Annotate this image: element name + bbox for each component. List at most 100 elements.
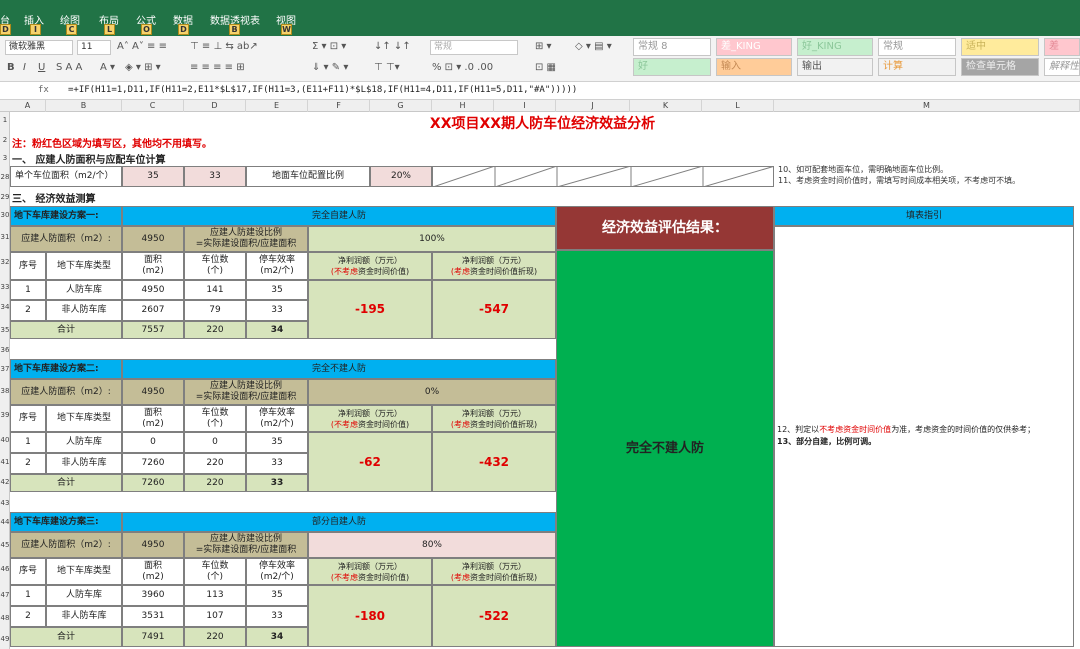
percent-icon[interactable]: % ⊡ ▾ .0 .00 xyxy=(432,62,493,73)
row-number[interactable]: 33 xyxy=(0,283,10,291)
row-number[interactable]: 43 xyxy=(0,499,10,507)
sort-icon[interactable]: ↓↑ ↓↑ xyxy=(374,41,411,52)
plan3-hdr-np1: 净利润额（万元） (不考虑资金时间价值) xyxy=(308,558,432,585)
row-number[interactable]: 40 xyxy=(0,436,10,444)
style-bad-king[interactable]: 差_KING xyxy=(716,38,792,56)
style-good[interactable]: 好 xyxy=(633,58,711,76)
col-f[interactable]: F xyxy=(308,100,370,112)
font-size-select[interactable]: 11 xyxy=(77,40,111,55)
ribbon-tabs: 台 插入 绘图 布局 公式 数据 数据透视表 视图 D I C L O D B … xyxy=(0,10,1080,36)
plan3-ratio-input[interactable]: 80% xyxy=(308,532,556,558)
table-cell: 220 xyxy=(184,453,246,474)
row-number[interactable]: 39 xyxy=(0,411,10,419)
plan2-ratio-label: 应建人防建设比例 =实际建设面积/应建面积 xyxy=(184,379,308,405)
style-input[interactable]: 输入 xyxy=(716,58,792,76)
plan2-total-count: 220 xyxy=(184,474,246,492)
col-h[interactable]: H xyxy=(432,100,494,112)
row-number[interactable]: 41 xyxy=(0,458,10,466)
col-d[interactable]: D xyxy=(184,100,246,112)
note-10: 10、如可配套地面车位，需明确地面车位比例。 xyxy=(778,165,949,174)
plan3-hdr-type: 地下车库类型 xyxy=(46,558,122,585)
font-name-select[interactable]: 微软雅黑 xyxy=(5,40,73,55)
col-l[interactable]: L xyxy=(702,100,774,112)
row-number[interactable]: 35 xyxy=(0,326,10,334)
row-number[interactable]: 45 xyxy=(0,541,10,549)
plan1-ratio-label: 应建人防建设比例 =实际建设面积/应建面积 xyxy=(184,226,308,252)
row-number[interactable]: 38 xyxy=(0,387,10,395)
style-normal8[interactable]: 常规 8 xyxy=(633,38,711,56)
plan2-title: 地下车库建设方案二: xyxy=(10,359,122,379)
plan3-total-label: 合计 xyxy=(10,627,122,647)
ground-ratio-input[interactable]: 20% xyxy=(370,166,432,187)
row-number[interactable]: 29 xyxy=(0,193,10,201)
row-number[interactable]: 48 xyxy=(0,614,10,622)
style-explanatory[interactable]: 解释性 xyxy=(1044,58,1080,76)
fill-color-icon[interactable]: ◈ ▾ ⊞ ▾ xyxy=(125,62,161,73)
keytip-insert: I xyxy=(30,24,41,35)
row-number[interactable]: 49 xyxy=(0,635,10,643)
italic-icon[interactable]: I xyxy=(23,62,26,73)
row-number[interactable]: 42 xyxy=(0,478,10,486)
row-number[interactable]: 28 xyxy=(0,173,10,181)
fx-icon[interactable]: fx xyxy=(38,85,49,95)
col-m[interactable]: M xyxy=(774,100,1080,112)
table-cell: 3960 xyxy=(122,585,184,606)
strike-icon[interactable]: S A A xyxy=(56,62,82,73)
unit-area-input-2[interactable]: 33 xyxy=(184,166,246,187)
autosum-icon[interactable]: Σ ▾ ⊡ ▾ xyxy=(312,41,346,52)
grow-font-icon[interactable]: A˄ A˅ ≡ ≡ xyxy=(117,41,167,52)
col-k[interactable]: K xyxy=(630,100,702,112)
plan3-hdr-area: 面积 (m2) xyxy=(122,558,184,585)
row-number[interactable]: 31 xyxy=(0,233,10,241)
filter-icon[interactable]: ⊤ ⊤▾ xyxy=(374,62,400,73)
style-calculation[interactable]: 计算 xyxy=(878,58,956,76)
font-color-icon[interactable]: A ▾ xyxy=(100,62,115,73)
row-number[interactable]: 44 xyxy=(0,518,10,526)
style-check-cell[interactable]: 检查单元格 xyxy=(961,58,1039,76)
align-left-icon[interactable]: ≡ ≡ ≡ ≡ ⊞ xyxy=(190,62,245,73)
bold-icon[interactable]: B xyxy=(7,62,15,73)
row-number[interactable]: 30 xyxy=(0,211,10,219)
plan1-area-label: 应建人防面积（m2）: xyxy=(10,226,122,252)
plan2-hdr-count: 车位数 (个) xyxy=(184,405,246,432)
col-i[interactable]: I xyxy=(494,100,556,112)
row-number[interactable]: 32 xyxy=(0,258,10,266)
formula-input[interactable]: =+IF(H11=1,D11,IF(H11=2,E11*$L$17,IF(H11… xyxy=(68,85,577,95)
plan2-total-eff: 33 xyxy=(246,474,308,492)
underline-icon[interactable]: U xyxy=(38,62,45,73)
row-number[interactable]: 37 xyxy=(0,365,10,373)
col-b[interactable]: B xyxy=(46,100,122,112)
style-output[interactable]: 输出 xyxy=(797,58,873,76)
plan3-title: 地下车库建设方案三: xyxy=(10,512,122,532)
unit-area-input-1[interactable]: 35 xyxy=(122,166,184,187)
insert-cells-icon[interactable]: ⊞ ▾ xyxy=(535,41,552,52)
row-number[interactable]: 36 xyxy=(0,346,10,354)
plan3-hdr-idx: 序号 xyxy=(10,558,46,585)
row-number[interactable]: 1 xyxy=(0,116,10,124)
plan2-area-value: 4950 xyxy=(122,379,184,405)
style-good-king[interactable]: 好_KING xyxy=(797,38,873,56)
col-e[interactable]: E xyxy=(246,100,308,112)
style-bad[interactable]: 差 xyxy=(1044,38,1080,56)
col-a[interactable]: A xyxy=(10,100,46,112)
row-number[interactable]: 2 xyxy=(0,136,10,144)
col-c[interactable]: C xyxy=(122,100,184,112)
table-cell: 79 xyxy=(184,300,246,321)
row-number[interactable]: 3 xyxy=(0,154,10,162)
format-icon[interactable]: ⊡ ▦ xyxy=(535,62,556,73)
number-format-select[interactable]: 常规 xyxy=(430,40,518,55)
align-top-icon[interactable]: ⊤ ≡ ⊥ ⇆ ab↗ xyxy=(190,41,258,52)
style-neutral[interactable]: 适中 xyxy=(961,38,1039,56)
result-value: 完全不建人防 xyxy=(556,250,774,647)
row-number[interactable]: 34 xyxy=(0,303,10,311)
clear-icon[interactable]: ◇ ▾ ▤ ▾ xyxy=(575,41,612,52)
col-g[interactable]: G xyxy=(370,100,432,112)
row-number[interactable]: 47 xyxy=(0,591,10,599)
style-normal[interactable]: 常规 xyxy=(878,38,956,56)
title-bar xyxy=(0,0,1080,10)
table-cell: 人防车库 xyxy=(46,280,122,300)
fill-icon[interactable]: ⇓ ▾ ✎ ▾ xyxy=(312,62,348,73)
col-j[interactable]: J xyxy=(556,100,630,112)
plan1-title: 地下车库建设方案一: xyxy=(10,206,122,226)
row-number[interactable]: 46 xyxy=(0,565,10,573)
